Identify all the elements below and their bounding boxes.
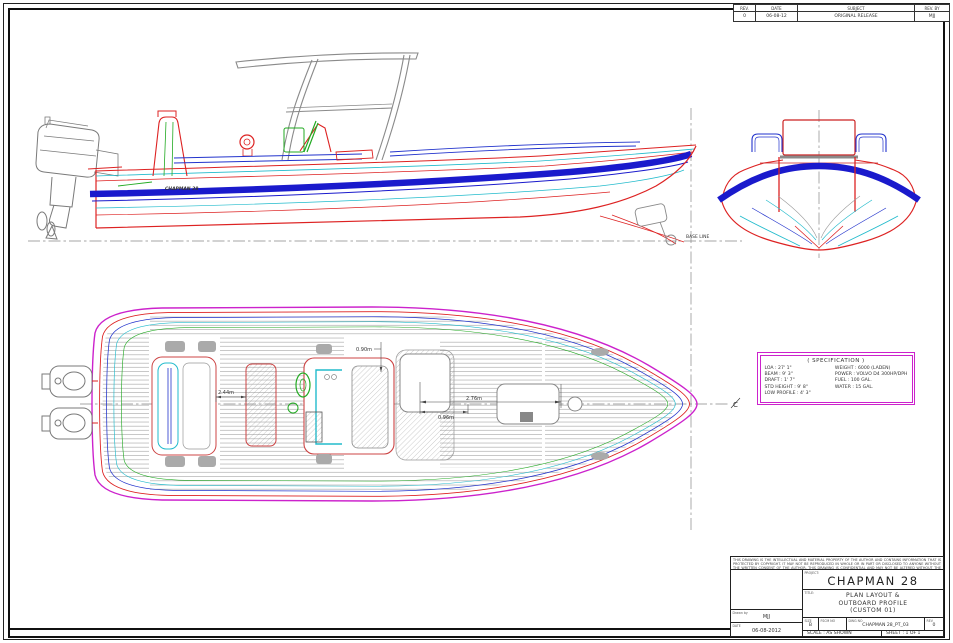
size-field: SIZE B (803, 618, 819, 630)
boat-drawing: CHAPMAN 28 BASE LINE (0, 0, 953, 643)
t-top-frame (236, 53, 418, 160)
drawing-title-line-2: OUTBOARD PROFILE (838, 600, 907, 608)
revision-table: REV. DATE SUBJECT REV. BY 0 06-08-12 ORI… (733, 4, 950, 22)
rev-cell-revby: MJJ (915, 12, 949, 21)
date-value: 06-08-2012 (731, 623, 802, 636)
bow-appendage-sketch (600, 203, 684, 245)
spec-water: WATER : 15 GAL. (835, 385, 908, 391)
specification-inner-frame: ( SPECIFICATION ) LOA : 27' 1" BEAM : 9'… (760, 355, 913, 403)
dwg-no-label: DWG NO (849, 619, 863, 623)
transom-bench-seat (152, 357, 216, 455)
project-name: CHAPMAN 28 (827, 571, 918, 588)
drawing-title-line-3: (CUSTOM 01) (850, 607, 896, 615)
twin-outboards-plan (42, 366, 98, 439)
baseline-label: BASE LINE (686, 234, 709, 240)
bow-table (497, 384, 559, 424)
rev-header-revby: REV. BY (915, 5, 949, 12)
title-block: THIS DRAWING IS THE INTELLECTUAL AND MAT… (730, 556, 944, 637)
drawing-sheet: CHAPMAN 28 BASE LINE (0, 0, 953, 643)
title-block-logo-area (731, 570, 802, 609)
dim-2-76: 2.76m (466, 396, 482, 402)
dwg-no-field: DWG NO CHAPMAN 28_PT_03 (847, 618, 925, 630)
dwg-no-value: CHAPMAN 28_PT_03 (862, 620, 908, 628)
scale-field: SCALE : AS SHOWN (803, 631, 881, 636)
drawn-by-label: Drawn by (733, 611, 748, 615)
drawing-title-field: TITLE: PLAN LAYOUT & OUTBOARD PROFILE (C… (803, 590, 943, 618)
center-console (288, 358, 394, 454)
rev-cell-rev: 0 (734, 12, 756, 21)
dim-2-44: 2.44m (218, 390, 234, 396)
title-label: TITLE: (805, 591, 815, 595)
project-field: PROJECT: CHAPMAN 28 (803, 570, 943, 590)
rev-cell-date: 06-08-12 (756, 12, 798, 21)
console-and-seats-side (174, 121, 640, 163)
leaning-post (246, 364, 276, 446)
date-field: DATE 06-08-2012 (731, 622, 802, 636)
bow-hatch (568, 397, 582, 411)
drawing-title-line-1: PLAN LAYOUT & (846, 592, 900, 600)
bow-view (719, 110, 919, 258)
fscm-field: FSCM NO (819, 618, 847, 630)
spec-low-profile: LOW PROFILE : 4' 3" (765, 391, 829, 397)
specification-title: ( SPECIFICATION ) (765, 358, 908, 364)
dim-0-90: 0.90m (356, 347, 372, 353)
rev-header-subject: SUBJECT (798, 5, 915, 12)
rev-cell-subject: ORIGINAL RELEASE (798, 12, 915, 21)
dim-0-96: 0.96m (438, 415, 454, 421)
centerline-symbol: C (731, 398, 740, 409)
date-label: DATE (733, 624, 741, 628)
outboard-engine-side (36, 117, 118, 239)
rev-field: REV 0 (925, 618, 943, 630)
rev-header-date: DATE (756, 5, 798, 12)
hull-name-text: CHAPMAN 28 (165, 186, 198, 192)
copyright-disclaimer: THIS DRAWING IS THE INTELLECTUAL AND MAT… (731, 557, 943, 570)
size-label: SIZE (805, 619, 812, 623)
plan-view: C (42, 307, 740, 501)
specification-box: ( SPECIFICATION ) LOA : 27' 1" BEAM : 9'… (757, 352, 915, 405)
project-label: PROJECT: (805, 571, 820, 575)
fscm-label: FSCM NO (821, 619, 836, 623)
rev-label: REV (927, 619, 933, 623)
drawn-by-field: Drawn by MJJ (731, 609, 802, 622)
sheet-number-field: SHEET : 1 OF 1 (881, 631, 943, 636)
midship-sunpad (396, 350, 454, 460)
rev-header-rev: REV. (734, 5, 756, 12)
